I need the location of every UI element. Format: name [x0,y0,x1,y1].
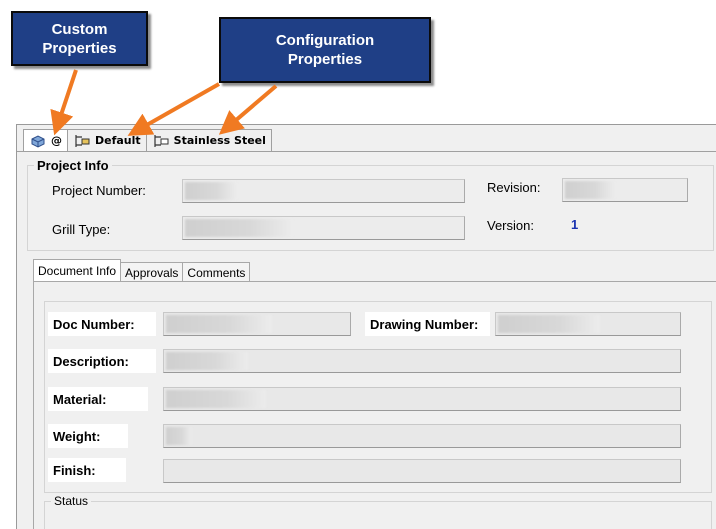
finish-label: Finish: [48,458,126,482]
drawing-number-label: Drawing Number: [365,312,490,336]
arrow-to-stainless-tab [218,84,278,135]
material-field[interactable] [163,387,681,411]
weight-field[interactable] [163,424,681,448]
arrow-to-custom-tab [50,69,78,136]
doc-number-field[interactable] [163,312,351,336]
description-field[interactable] [163,349,681,373]
doc-number-label: Doc Number: [48,312,156,336]
drawing-number-field[interactable] [495,312,681,336]
weight-label: Weight: [48,424,128,448]
configuration-properties-callout: Configuration Properties [219,17,431,83]
inner-tab-area: Document Info Approvals Comments Doc Num… [16,124,716,529]
custom-properties-callout-text: Custom Properties [42,20,117,57]
status-title: Status [51,494,92,508]
tab-comments[interactable]: Comments [182,262,251,282]
document-info-group: Doc Number: Drawing Number: Description:… [44,301,712,493]
tab-approvals[interactable]: Approvals [120,262,184,282]
inner-tabs: Document Info Approvals Comments [33,259,251,282]
description-label: Description: [48,349,156,373]
status-group: Status [44,494,712,529]
finish-field[interactable] [163,459,681,483]
tab-document-info[interactable]: Document Info [33,259,122,282]
configuration-properties-callout-text: Configuration Properties [275,32,375,68]
material-label: Material: [48,387,148,411]
custom-properties-callout: Custom Properties [11,11,148,66]
